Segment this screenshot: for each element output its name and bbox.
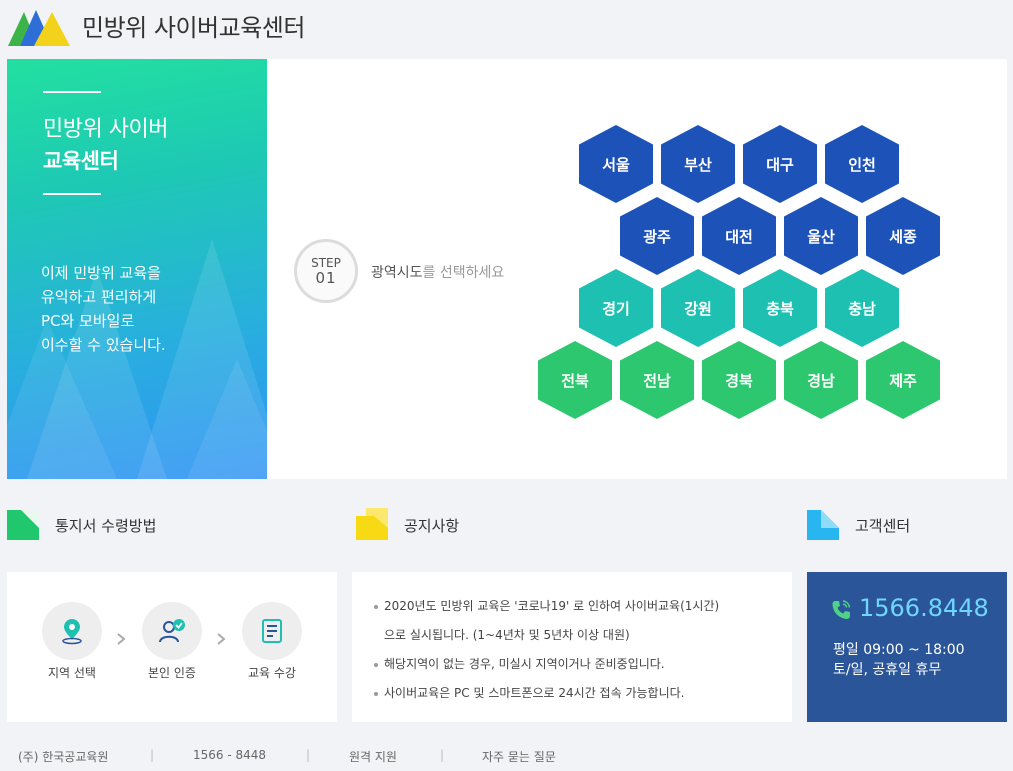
region-select-step[interactable] bbox=[42, 602, 102, 660]
region-busan-button[interactable]: 부산 bbox=[661, 125, 735, 203]
hero-banner: 민방위 사이버 교육센터 이제 민방위 교육을 유익하고 편리하게 PC와 모바… bbox=[7, 59, 267, 479]
identity-verify-step[interactable] bbox=[142, 602, 202, 660]
region-gwangju-button[interactable]: 광주 bbox=[620, 197, 694, 275]
location-pin-icon bbox=[62, 619, 82, 645]
notice-section-icon bbox=[356, 508, 388, 540]
header: 민방위 사이버교육센터 bbox=[0, 0, 1013, 50]
region-gyeongnam-button[interactable]: 경남 bbox=[784, 341, 858, 419]
region-chungnam-button[interactable]: 충남 bbox=[825, 269, 899, 347]
hero-title: 민방위 사이버 bbox=[43, 117, 168, 142]
footer-remote-support-link[interactable]: 원격 지원 bbox=[349, 748, 397, 765]
phone-icon bbox=[832, 600, 851, 619]
region-gangwon-button[interactable]: 강원 bbox=[661, 269, 735, 347]
identity-verify-label: 본인 인증 bbox=[148, 666, 196, 680]
notice-section-header: 공지사항 bbox=[356, 508, 656, 542]
footer-separator: | bbox=[306, 748, 311, 762]
footer-company: (주) 한국공교육원 bbox=[18, 750, 109, 764]
hero-line-top bbox=[43, 91, 101, 93]
document-icon bbox=[262, 619, 282, 643]
support-section-icon bbox=[807, 510, 839, 540]
notice-item[interactable]: 해당지역이 없는 경우, 미실시 지역이거나 준비중입니다. bbox=[374, 650, 774, 679]
take-course-step[interactable] bbox=[242, 602, 302, 660]
receipt-section-icon bbox=[7, 510, 39, 540]
hero-subtitle: 교육센터 bbox=[43, 149, 119, 173]
notice-item[interactable]: 사이버교육은 PC 및 스마트폰으로 24시간 접속 가능합니다. bbox=[374, 679, 774, 708]
support-phone-number[interactable]: 1566.8448 bbox=[859, 594, 989, 622]
step-badge: STEP 01 bbox=[294, 239, 358, 303]
notice-item[interactable]: 2020년도 민방위 교육은 '코로나19' 로 인하여 사이버교육(1시간) bbox=[374, 592, 774, 621]
step-instruction: 광역시도를 선택하세요 bbox=[371, 265, 505, 281]
support-section-header: 고객센터 bbox=[807, 508, 1007, 542]
region-selector-panel: STEP 01 광역시도를 선택하세요 서울 부산 대구 인천 광주 대전 울산… bbox=[267, 59, 1007, 479]
notice-item-continued[interactable]: 으로 실시됩니다. (1~4년차 및 5년차 이상 대원) bbox=[374, 621, 774, 650]
region-daegu-button[interactable]: 대구 bbox=[743, 125, 817, 203]
region-seoul-button[interactable]: 서울 bbox=[579, 125, 653, 203]
chevron-right-icon bbox=[117, 633, 126, 645]
receipt-section-title: 통지서 수령방법 bbox=[55, 517, 157, 535]
logo-icon[interactable] bbox=[8, 6, 70, 48]
chevron-right-icon bbox=[217, 633, 226, 645]
region-sejong-button[interactable]: 세종 bbox=[866, 197, 940, 275]
footer-separator: | bbox=[150, 748, 155, 762]
receipt-section-header: 통지서 수령방법 bbox=[7, 508, 307, 542]
receipt-process-card: 지역 선택 본인 인증 교육 수강 bbox=[7, 572, 337, 722]
footer-phone[interactable]: 1566 - 8448 bbox=[193, 748, 266, 762]
support-card: 1566.8448 평일 09:00 ~ 18:00 토/일, 공휴일 휴무 bbox=[807, 572, 1007, 722]
footer-faq-link[interactable]: 자주 묻는 질문 bbox=[482, 748, 556, 765]
hero-line-bottom bbox=[43, 193, 101, 195]
region-jeonnam-button[interactable]: 전남 bbox=[620, 341, 694, 419]
region-chungbuk-button[interactable]: 충북 bbox=[743, 269, 817, 347]
region-select-label: 지역 선택 bbox=[48, 666, 96, 680]
region-incheon-button[interactable]: 인천 bbox=[825, 125, 899, 203]
user-check-icon bbox=[159, 619, 185, 643]
site-title[interactable]: 민방위 사이버교육센터 bbox=[82, 8, 305, 43]
support-hours: 평일 09:00 ~ 18:00 토/일, 공휴일 휴무 bbox=[833, 642, 965, 678]
notice-list: 2020년도 민방위 교육은 '코로나19' 로 인하여 사이버교육(1시간) … bbox=[374, 592, 774, 708]
hero-description: 이제 민방위 교육을 유익하고 편리하게 PC와 모바일로 이수할 수 있습니다… bbox=[41, 264, 166, 354]
take-course-label: 교육 수강 bbox=[248, 666, 296, 680]
region-daejeon-button[interactable]: 대전 bbox=[702, 197, 776, 275]
footer-separator: | bbox=[440, 748, 445, 762]
region-jeju-button[interactable]: 제주 bbox=[866, 341, 940, 419]
notice-card: 2020년도 민방위 교육은 '코로나19' 로 인하여 사이버교육(1시간) … bbox=[352, 572, 792, 722]
footer: (주) 한국공교육원 | 1566 - 8448 | 원격 지원 | 자주 묻는… bbox=[0, 740, 1013, 771]
region-gyeongbuk-button[interactable]: 경북 bbox=[702, 341, 776, 419]
support-section-title: 고객센터 bbox=[855, 517, 911, 535]
region-gyeonggi-button[interactable]: 경기 bbox=[579, 269, 653, 347]
region-jeonbuk-button[interactable]: 전북 bbox=[538, 341, 612, 419]
region-ulsan-button[interactable]: 울산 bbox=[784, 197, 858, 275]
notice-section-title[interactable]: 공지사항 bbox=[404, 515, 459, 536]
